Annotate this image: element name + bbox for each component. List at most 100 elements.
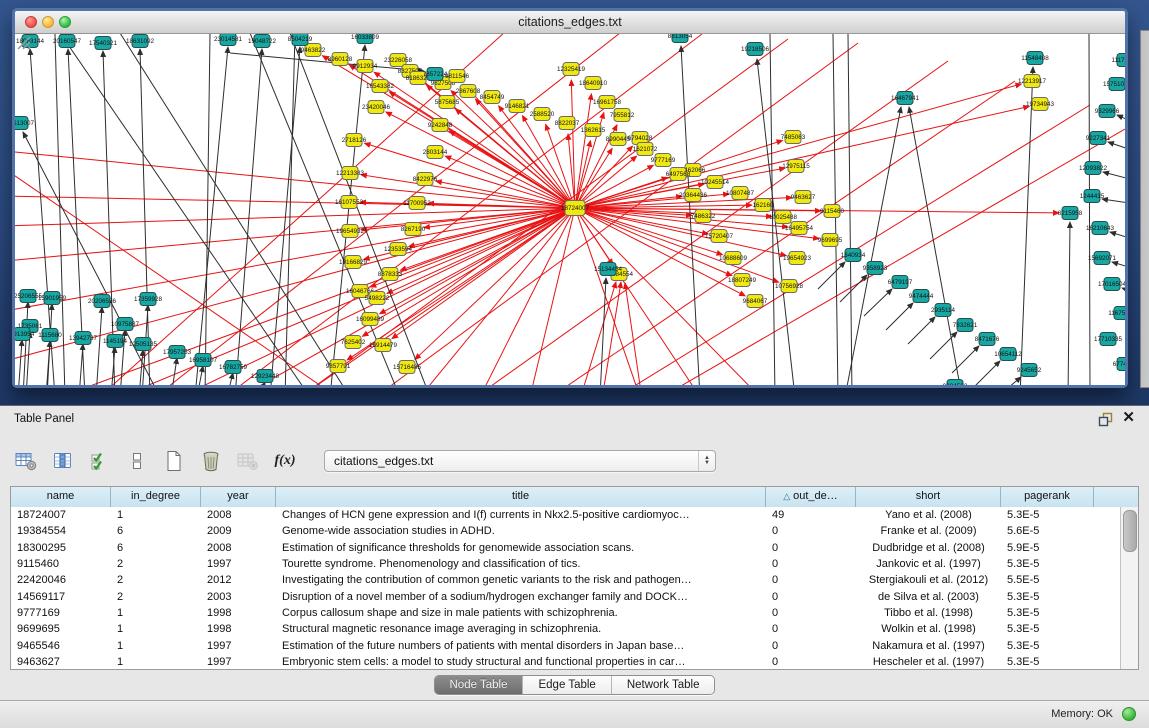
graph-edge[interactable] [235, 49, 262, 385]
graph-edge[interactable] [420, 208, 575, 385]
table-row[interactable]: 911546021997Tourette syndrome. Phenomeno… [11, 556, 1121, 572]
table-row[interactable]: 946362711997Embryonic stem cells: a mode… [11, 654, 1121, 669]
graph-node-citing[interactable]: 2718126 [342, 134, 367, 147]
graph-edge[interactable] [575, 208, 786, 256]
graph-edge[interactable] [290, 34, 430, 385]
graph-node-citing[interactable]: 9115460 [820, 205, 845, 218]
graph-node-cited[interactable]: 18631092 [126, 35, 155, 48]
graph-node-cited[interactable]: 16958107 [189, 354, 218, 367]
graph-edge[interactable] [908, 317, 935, 344]
graph-edge[interactable] [15, 196, 575, 208]
table-row[interactable]: 1872400712008Changes of HCN gene express… [11, 507, 1121, 523]
vertical-scrollbar[interactable] [1120, 507, 1138, 669]
graph-node-citing[interactable]: 7625402 [341, 336, 366, 349]
graph-node-cited[interactable]: 11675338 [1108, 307, 1125, 320]
network-window[interactable]: citations_edges.txt 18724007234200462718… [12, 8, 1128, 388]
graph-node-cited[interactable]: 19218506 [741, 43, 770, 56]
graph-node-cited[interactable]: 20160547 [53, 35, 82, 48]
graph-node-citing[interactable]: 9777169 [651, 154, 676, 167]
close-window-button[interactable] [25, 16, 37, 28]
table-row[interactable]: 969969511998Structural magnetic resonanc… [11, 621, 1121, 637]
graph-node-citing[interactable]: 20364436 [679, 189, 708, 202]
graph-node-citing[interactable]: 9146821 [505, 100, 530, 113]
graph-node-citing[interactable]: 7485063 [781, 131, 806, 144]
graph-edge[interactable] [1020, 67, 1033, 385]
graph-node-citing[interactable]: 11700952 [403, 197, 431, 210]
graph-edge[interactable] [1122, 288, 1125, 298]
graph-node-citing[interactable]: 9463627 [791, 191, 816, 204]
window-resize-grip[interactable] [15, 34, 31, 50]
network-graph[interactable]: 1872400723420046271812612213383161075531… [15, 34, 1125, 385]
table-selector[interactable]: citations_edges.txt ▲▼ [324, 450, 716, 472]
graph-node-cited[interactable]: 16782759 [219, 361, 248, 374]
graph-node-cited[interactable]: 16467941 [891, 92, 920, 105]
table-header-row[interactable]: namein_degreeyeartitle△out_de…shortpager… [11, 487, 1138, 508]
graph-node-cited[interactable]: 10654112 [994, 348, 1022, 361]
graph-node-cited[interactable]: 16033809 [351, 34, 380, 44]
graph-node-citing[interactable]: 16099489 [356, 313, 385, 326]
delete-columns-icon[interactable] [199, 449, 223, 473]
graph-node-cited[interactable]: 8471676 [975, 333, 1000, 346]
table-row[interactable]: 946554611997Estimation of the future num… [11, 637, 1121, 653]
graph-edge[interactable] [15, 151, 575, 208]
graph-node-citing[interactable]: 162160 [752, 199, 774, 212]
graph-edge[interactable] [415, 208, 575, 359]
graph-node-cited[interactable]: 17710335 [1094, 333, 1123, 346]
column-header-name[interactable]: name [11, 487, 111, 507]
graph-edge[interactable] [1068, 222, 1070, 385]
create-column-icon[interactable] [162, 449, 186, 473]
graph-node-citing[interactable]: 8912934 [353, 60, 378, 73]
table-body[interactable]: 1872400712008Changes of HCN gene express… [11, 507, 1121, 669]
graph-edge[interactable] [952, 346, 979, 373]
graph-node-cited[interactable]: 6479197 [888, 276, 913, 289]
graph-node-citing[interactable]: 7955812 [610, 109, 635, 122]
scrollbar-thumb[interactable] [1123, 510, 1137, 552]
graph-node-cited[interactable]: 23014581 [214, 34, 243, 46]
graph-node-cited[interactable]: 9924502 [943, 380, 968, 386]
graph-edge[interactable] [140, 49, 150, 385]
table-row[interactable]: 1938455462009Genome-wide association stu… [11, 523, 1121, 539]
graph-node-citing[interactable]: 9811546 [445, 70, 470, 83]
tab-node-table[interactable]: Node Table [435, 676, 524, 694]
graph-node-citing[interactable]: 8822037 [555, 117, 580, 130]
graph-edge[interactable] [79, 344, 83, 385]
graph-node-cited[interactable]: 19048722 [248, 35, 277, 48]
graph-node-cited[interactable]: 9329966 [1095, 105, 1120, 118]
graph-node-citing[interactable]: 10756928 [775, 280, 804, 293]
graph-node-cited[interactable]: 8813054 [668, 34, 693, 43]
graph-edge[interactable] [818, 262, 845, 289]
graph-node-cited[interactable]: 2935114 [931, 304, 956, 317]
graph-edge[interactable] [205, 34, 210, 385]
graph-node-cited[interactable]: 9474444 [909, 290, 934, 303]
graph-edge[interactable] [974, 361, 1000, 385]
graph-edge[interactable] [1117, 115, 1125, 129]
graph-node-cited[interactable]: 6774696 [1113, 358, 1125, 371]
graph-edge[interactable] [270, 47, 300, 385]
graph-edge[interactable] [227, 373, 233, 385]
graph-node-cited[interactable]: 12923448 [251, 370, 280, 383]
graph-node-citing[interactable]: 18640910 [579, 77, 608, 90]
graph-node-cited[interactable]: 1640934 [841, 249, 866, 262]
column-header-out_de[interactable]: △out_de… [766, 487, 856, 507]
graph-node-citing[interactable]: 9857791 [326, 360, 351, 373]
graph-node-citing[interactable]: 18807249 [728, 274, 757, 287]
graph-node-citing[interactable]: 10245514 [701, 176, 730, 189]
close-panel-icon[interactable]: ✕ [1122, 409, 1135, 427]
graph-node-cited[interactable]: 15751074 [1103, 78, 1125, 91]
graph-node-citing[interactable]: 8267190 [401, 223, 426, 236]
graph-edge[interactable] [995, 377, 1021, 385]
tab-network-table[interactable]: Network Table [612, 676, 715, 694]
tab-edge-table[interactable]: Edge Table [523, 676, 611, 694]
graph-node-citing[interactable]: 19654932 [336, 225, 365, 238]
attribute-table[interactable]: namein_degreeyeartitle△out_de…shortpager… [10, 486, 1139, 670]
graph-node-cited[interactable]: 1115680 [38, 329, 62, 342]
graph-edge[interactable] [1103, 172, 1125, 184]
graph-node-citing[interactable]: 2588520 [530, 108, 555, 121]
table-row[interactable]: 2242004622012Investigating the contribut… [11, 572, 1121, 588]
graph-node-citing[interactable]: 23420046 [362, 101, 391, 114]
graph-node-cited[interactable]: 17957253 [163, 346, 192, 359]
graph-node-citing[interactable]: 8454749 [480, 91, 505, 104]
graph-edge[interactable] [845, 107, 901, 385]
graph-node-cited[interactable]: 17540321 [89, 37, 118, 50]
graph-node-citing[interactable]: 19654923 [783, 252, 812, 265]
